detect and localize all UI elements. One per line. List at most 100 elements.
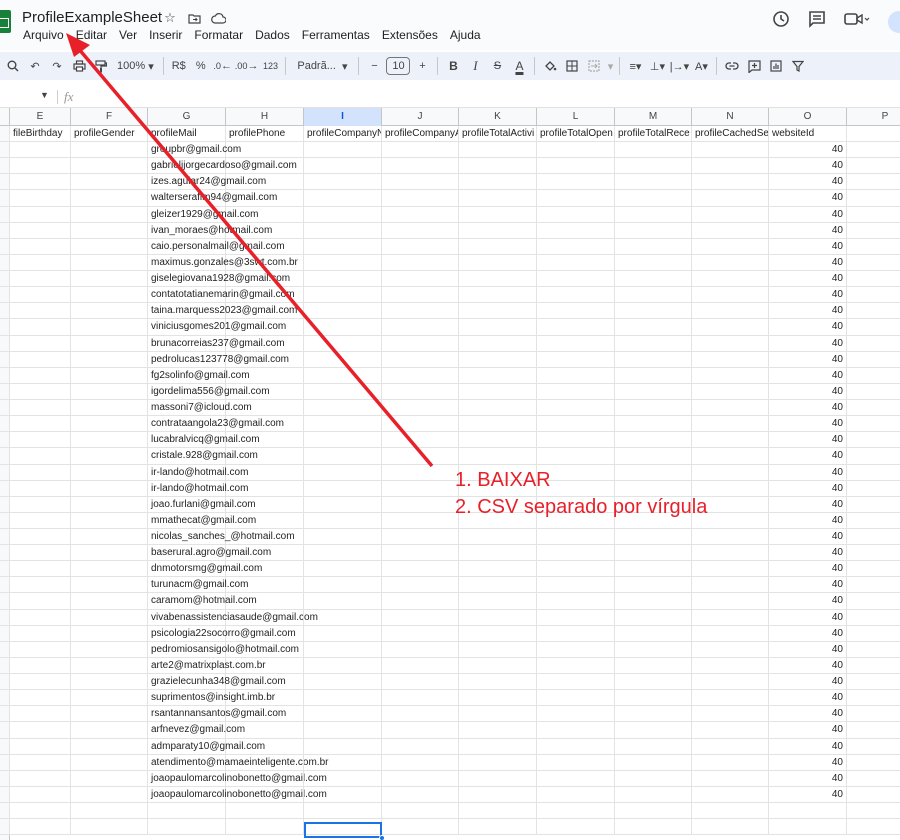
empty-cell[interactable] bbox=[304, 271, 382, 287]
empty-cell[interactable] bbox=[537, 319, 615, 335]
website-id-cell[interactable]: 40 bbox=[769, 706, 847, 722]
empty-cell[interactable] bbox=[71, 786, 148, 803]
empty-cell[interactable] bbox=[615, 722, 692, 738]
empty-cell[interactable] bbox=[226, 416, 304, 432]
empty-cell[interactable] bbox=[71, 577, 148, 593]
empty-cell[interactable] bbox=[537, 722, 615, 738]
empty-cell[interactable] bbox=[847, 577, 900, 592]
empty-cell[interactable] bbox=[537, 432, 615, 448]
empty-cell[interactable] bbox=[71, 303, 148, 319]
empty-cell[interactable] bbox=[615, 786, 692, 803]
empty-cell[interactable] bbox=[847, 610, 900, 625]
empty-cell[interactable] bbox=[226, 238, 304, 254]
empty-cell[interactable] bbox=[226, 577, 304, 593]
empty-cell[interactable] bbox=[692, 383, 769, 400]
empty-cell[interactable] bbox=[459, 206, 537, 222]
empty-cell[interactable] bbox=[382, 593, 459, 609]
text-rotation-icon[interactable]: A▾ bbox=[691, 55, 711, 77]
website-id-cell[interactable]: 40 bbox=[769, 416, 847, 432]
empty-cell[interactable] bbox=[226, 432, 304, 448]
empty-cell[interactable] bbox=[537, 529, 615, 545]
empty-cell[interactable] bbox=[304, 464, 382, 480]
empty-cell[interactable] bbox=[226, 142, 304, 158]
empty-cell[interactable] bbox=[847, 755, 900, 770]
empty-cell[interactable] bbox=[615, 625, 692, 641]
empty-cell[interactable] bbox=[847, 465, 900, 480]
row-number-cell[interactable] bbox=[0, 545, 10, 561]
zoom-select[interactable]: 100% ▾ bbox=[113, 55, 158, 77]
empty-cell[interactable] bbox=[382, 657, 459, 674]
empty-cell[interactable] bbox=[10, 738, 71, 754]
empty-cell[interactable] bbox=[382, 496, 459, 512]
empty-cell[interactable] bbox=[847, 706, 900, 721]
empty-cell[interactable] bbox=[847, 739, 900, 754]
empty-cell[interactable] bbox=[537, 609, 615, 625]
website-id-cell[interactable]: 40 bbox=[769, 367, 847, 383]
website-id-cell[interactable]: 40 bbox=[769, 738, 847, 754]
insert-link-icon[interactable] bbox=[722, 55, 742, 77]
empty-cell[interactable] bbox=[847, 255, 900, 270]
empty-cell[interactable] bbox=[692, 400, 769, 416]
empty-cell[interactable] bbox=[615, 754, 692, 770]
empty-cell[interactable] bbox=[226, 529, 304, 545]
empty-cell[interactable] bbox=[71, 174, 148, 190]
row-number-cell[interactable] bbox=[0, 254, 10, 271]
empty-cell[interactable] bbox=[226, 706, 304, 722]
empty-cell[interactable] bbox=[10, 190, 71, 206]
profile-mail-cell[interactable]: izes.aguiar24@gmail.com bbox=[148, 174, 266, 190]
row-number-cell[interactable] bbox=[0, 448, 10, 464]
empty-cell[interactable] bbox=[692, 480, 769, 496]
menu-extensoes[interactable]: Extensões bbox=[381, 28, 439, 42]
empty-cell[interactable] bbox=[226, 448, 304, 464]
column-header-m[interactable]: M bbox=[615, 108, 692, 126]
move-folder-icon[interactable] bbox=[186, 10, 202, 26]
profile-mail-cell[interactable]: contatotatianemarin@gmail.com bbox=[148, 287, 295, 303]
active-cell-selection[interactable] bbox=[304, 822, 382, 838]
empty-cell[interactable] bbox=[537, 158, 615, 174]
empty-cell[interactable] bbox=[382, 706, 459, 722]
empty-cell[interactable] bbox=[459, 625, 537, 641]
empty-cell[interactable] bbox=[382, 190, 459, 206]
profile-mail-cell[interactable]: giselegiovana1928@gmail.com bbox=[148, 271, 290, 287]
empty-cell[interactable] bbox=[537, 351, 615, 367]
empty-cell[interactable] bbox=[10, 335, 71, 351]
empty-cell[interactable] bbox=[382, 416, 459, 432]
empty-cell[interactable] bbox=[692, 529, 769, 545]
empty-cell[interactable] bbox=[226, 819, 304, 835]
website-id-cell[interactable]: 40 bbox=[769, 448, 847, 464]
website-id-cell[interactable]: 40 bbox=[769, 529, 847, 545]
empty-cell[interactable] bbox=[537, 674, 615, 690]
fill-color-icon[interactable] bbox=[540, 55, 560, 77]
empty-cell[interactable] bbox=[459, 367, 537, 383]
empty-cell[interactable] bbox=[537, 770, 615, 786]
empty-cell[interactable] bbox=[847, 223, 900, 238]
empty-cell[interactable] bbox=[459, 786, 537, 803]
empty-cell[interactable] bbox=[226, 512, 304, 528]
empty-cell[interactable] bbox=[71, 464, 148, 480]
empty-cell[interactable] bbox=[537, 641, 615, 657]
empty-cell[interactable] bbox=[692, 545, 769, 561]
empty-cell[interactable] bbox=[71, 432, 148, 448]
row-number-cell[interactable] bbox=[0, 351, 10, 367]
empty-cell[interactable] bbox=[615, 803, 692, 819]
header-cell[interactable]: profileCompanyN bbox=[304, 126, 382, 142]
empty-cell[interactable] bbox=[692, 738, 769, 754]
empty-cell[interactable] bbox=[226, 754, 304, 770]
row-number-cell[interactable] bbox=[0, 174, 10, 190]
row-number-cell[interactable] bbox=[0, 641, 10, 657]
empty-cell[interactable] bbox=[10, 529, 71, 545]
undo-icon[interactable]: ↶ bbox=[25, 55, 45, 77]
empty-cell[interactable] bbox=[226, 674, 304, 690]
sheet-grid[interactable]: E F G H I J K L M N O P fileBirthday prof… bbox=[0, 108, 900, 840]
empty-cell[interactable] bbox=[10, 625, 71, 641]
row-number-cell[interactable] bbox=[0, 609, 10, 625]
row-number-cell[interactable] bbox=[0, 335, 10, 351]
empty-cell[interactable] bbox=[692, 319, 769, 335]
empty-cell[interactable] bbox=[304, 480, 382, 496]
empty-cell[interactable] bbox=[10, 577, 71, 593]
empty-cell[interactable] bbox=[10, 351, 71, 367]
empty-cell[interactable] bbox=[382, 351, 459, 367]
empty-cell[interactable] bbox=[382, 319, 459, 335]
empty-cell[interactable] bbox=[10, 319, 71, 335]
empty-cell[interactable] bbox=[304, 609, 382, 625]
